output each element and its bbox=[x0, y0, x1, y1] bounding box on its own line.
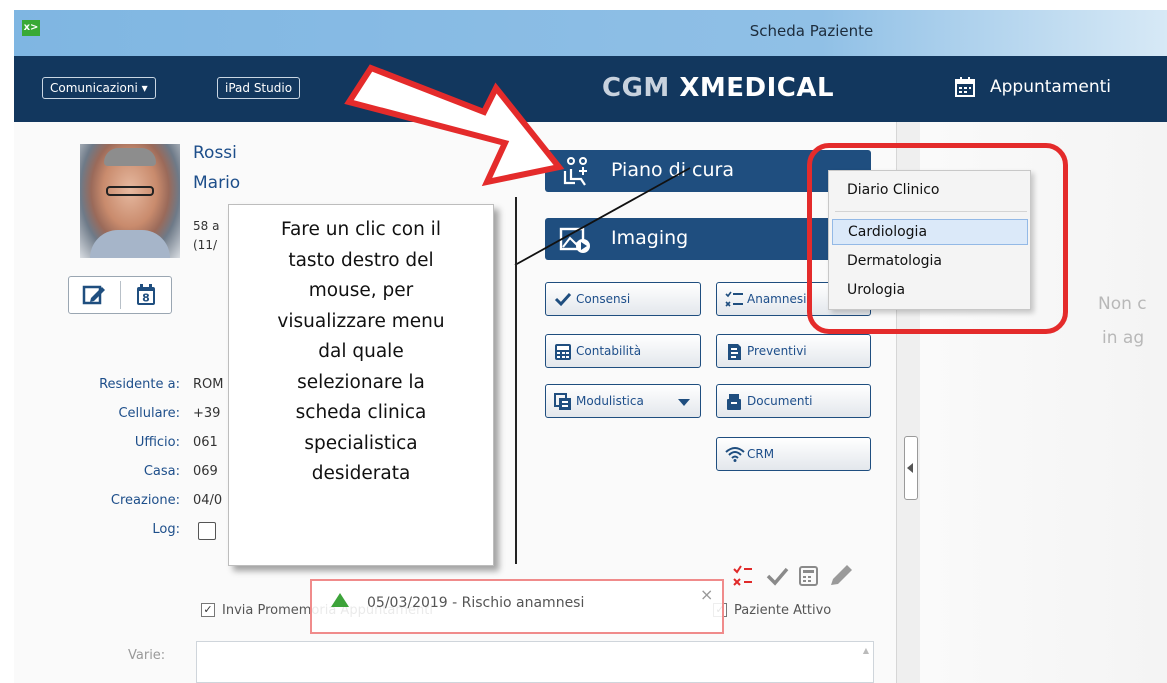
instruction-callout: Fare un clic con il tasto destro del mou… bbox=[228, 204, 494, 566]
svg-text:8: 8 bbox=[142, 292, 150, 305]
alert-text[interactable]: 05/03/2019 - Rischio anamnesi bbox=[367, 595, 584, 611]
communications-dropdown-button[interactable]: Comunicazioni ▾ bbox=[42, 77, 156, 99]
documenti-button[interactable]: Documenti bbox=[716, 384, 871, 418]
residence-label: Residente a: bbox=[99, 377, 180, 392]
callout-line: scheda clinica bbox=[295, 402, 427, 423]
photo-hair bbox=[104, 148, 156, 166]
documenti-label: Documenti bbox=[747, 394, 813, 408]
home-value: 069 bbox=[193, 464, 218, 479]
window-title: Scheda Paziente bbox=[749, 22, 874, 40]
contabilita-label: Contabilità bbox=[576, 344, 642, 358]
invia-promemoria-checkbox[interactable]: ✓ bbox=[201, 603, 215, 617]
contabilita-button[interactable]: Contabilità bbox=[545, 334, 701, 368]
imaging-icon bbox=[559, 227, 590, 253]
photo-glasses bbox=[106, 186, 154, 196]
checklist-icon bbox=[725, 291, 743, 307]
warning-triangle-icon bbox=[331, 593, 349, 607]
patient-birth-date: (11/ bbox=[193, 238, 217, 252]
brand-logo-cgm: CGM bbox=[602, 73, 670, 103]
appointments-link[interactable]: Appuntamenti bbox=[990, 77, 1111, 97]
calculator-grey-icon[interactable] bbox=[799, 566, 818, 586]
log-label: Log: bbox=[152, 522, 180, 537]
patient-photo[interactable] bbox=[80, 144, 180, 258]
wifi-icon bbox=[725, 447, 745, 462]
edit-icon[interactable] bbox=[82, 283, 106, 307]
creation-label: Creazione: bbox=[110, 493, 180, 508]
imaging-label: Imaging bbox=[611, 227, 689, 249]
office-value: 061 bbox=[193, 435, 218, 450]
mobile-value: +39 bbox=[193, 406, 221, 421]
calendar-day-icon[interactable]: 8 bbox=[134, 283, 158, 307]
checkmark-icon bbox=[554, 292, 572, 307]
callout-line: visualizzare menu bbox=[277, 310, 445, 332]
calculator-icon bbox=[555, 344, 571, 360]
anamnesi-label: Anamnesi bbox=[747, 292, 807, 306]
forms-icon bbox=[554, 393, 571, 410]
status-icons-row bbox=[733, 565, 852, 586]
callout-line: desiderata bbox=[311, 463, 411, 484]
callout-line: selezionare la bbox=[297, 371, 425, 393]
callout-line: mouse, per bbox=[308, 280, 414, 301]
calendar-icon[interactable] bbox=[954, 76, 976, 98]
crm-button[interactable]: CRM bbox=[716, 437, 871, 471]
callout-line: dal quale bbox=[318, 341, 404, 362]
brand-logo: CGM XMEDICAL bbox=[602, 73, 834, 103]
patient-last-name: Rossi bbox=[193, 143, 237, 163]
anamnesis-warning-icon[interactable] bbox=[733, 565, 752, 586]
documents-icon bbox=[727, 394, 741, 410]
consensi-button[interactable]: Consensi bbox=[545, 282, 701, 316]
piano-di-cura-label: Piano di cura bbox=[611, 159, 734, 181]
residence-value: ROM bbox=[193, 377, 224, 392]
log-list-icon[interactable] bbox=[198, 522, 216, 540]
paziente-attivo-label: Paziente Attivo bbox=[734, 603, 832, 618]
caret-down-icon bbox=[678, 399, 690, 406]
home-label: Casa: bbox=[143, 464, 180, 479]
creation-value: 04/0 bbox=[193, 493, 223, 508]
close-icon[interactable]: × bbox=[700, 585, 713, 604]
agenda-empty-text-2: in ag bbox=[1102, 328, 1145, 348]
consensi-label: Consensi bbox=[576, 292, 631, 306]
mobile-label: Cellulare: bbox=[118, 406, 180, 421]
screen: x> Scheda Paziente Comunicazioni ▾ iPad … bbox=[0, 0, 1167, 683]
varie-label: Varie: bbox=[128, 648, 166, 663]
callout-line: tasto destro del bbox=[288, 249, 434, 271]
icon-buttons-separator bbox=[120, 281, 121, 309]
callout-line: specialistica bbox=[304, 432, 418, 454]
alert-notification: 05/03/2019 - Rischio anamnesi × bbox=[310, 579, 724, 634]
care-plan-icon bbox=[563, 157, 587, 186]
agenda-empty-text-1: Non c bbox=[1098, 294, 1147, 314]
modulistica-dropdown-button[interactable]: Modulistica bbox=[545, 384, 701, 418]
varie-textarea[interactable] bbox=[196, 641, 874, 683]
preventivi-button[interactable]: Preventivi bbox=[716, 334, 871, 368]
quote-document-icon bbox=[728, 344, 741, 360]
crm-label: CRM bbox=[747, 447, 775, 461]
brand-logo-xmedical: XMEDICAL bbox=[679, 73, 835, 103]
patient-age: 58 a bbox=[193, 219, 220, 233]
highlight-ring bbox=[807, 143, 1068, 334]
patient-icon-buttons: 8 bbox=[68, 276, 172, 314]
preventivi-label: Preventivi bbox=[747, 344, 807, 358]
pencil-grey-icon[interactable] bbox=[831, 565, 852, 585]
office-label: Ufficio: bbox=[134, 435, 180, 450]
window-titlebar: x> Scheda Paziente bbox=[14, 10, 1167, 56]
main-toolbar: Comunicazioni ▾ iPad Studio CGM XMEDICAL… bbox=[14, 56, 1167, 122]
photo-shirt bbox=[90, 230, 170, 258]
callout-line: Fare un clic con il bbox=[281, 219, 441, 240]
check-grey-icon[interactable] bbox=[766, 567, 789, 586]
ipad-studio-button[interactable]: iPad Studio bbox=[217, 77, 301, 99]
patient-first-name: Mario bbox=[193, 173, 241, 193]
callout-connector-line bbox=[515, 197, 517, 564]
collapse-panel-handle[interactable] bbox=[904, 436, 918, 500]
modulistica-label: Modulistica bbox=[576, 394, 644, 408]
